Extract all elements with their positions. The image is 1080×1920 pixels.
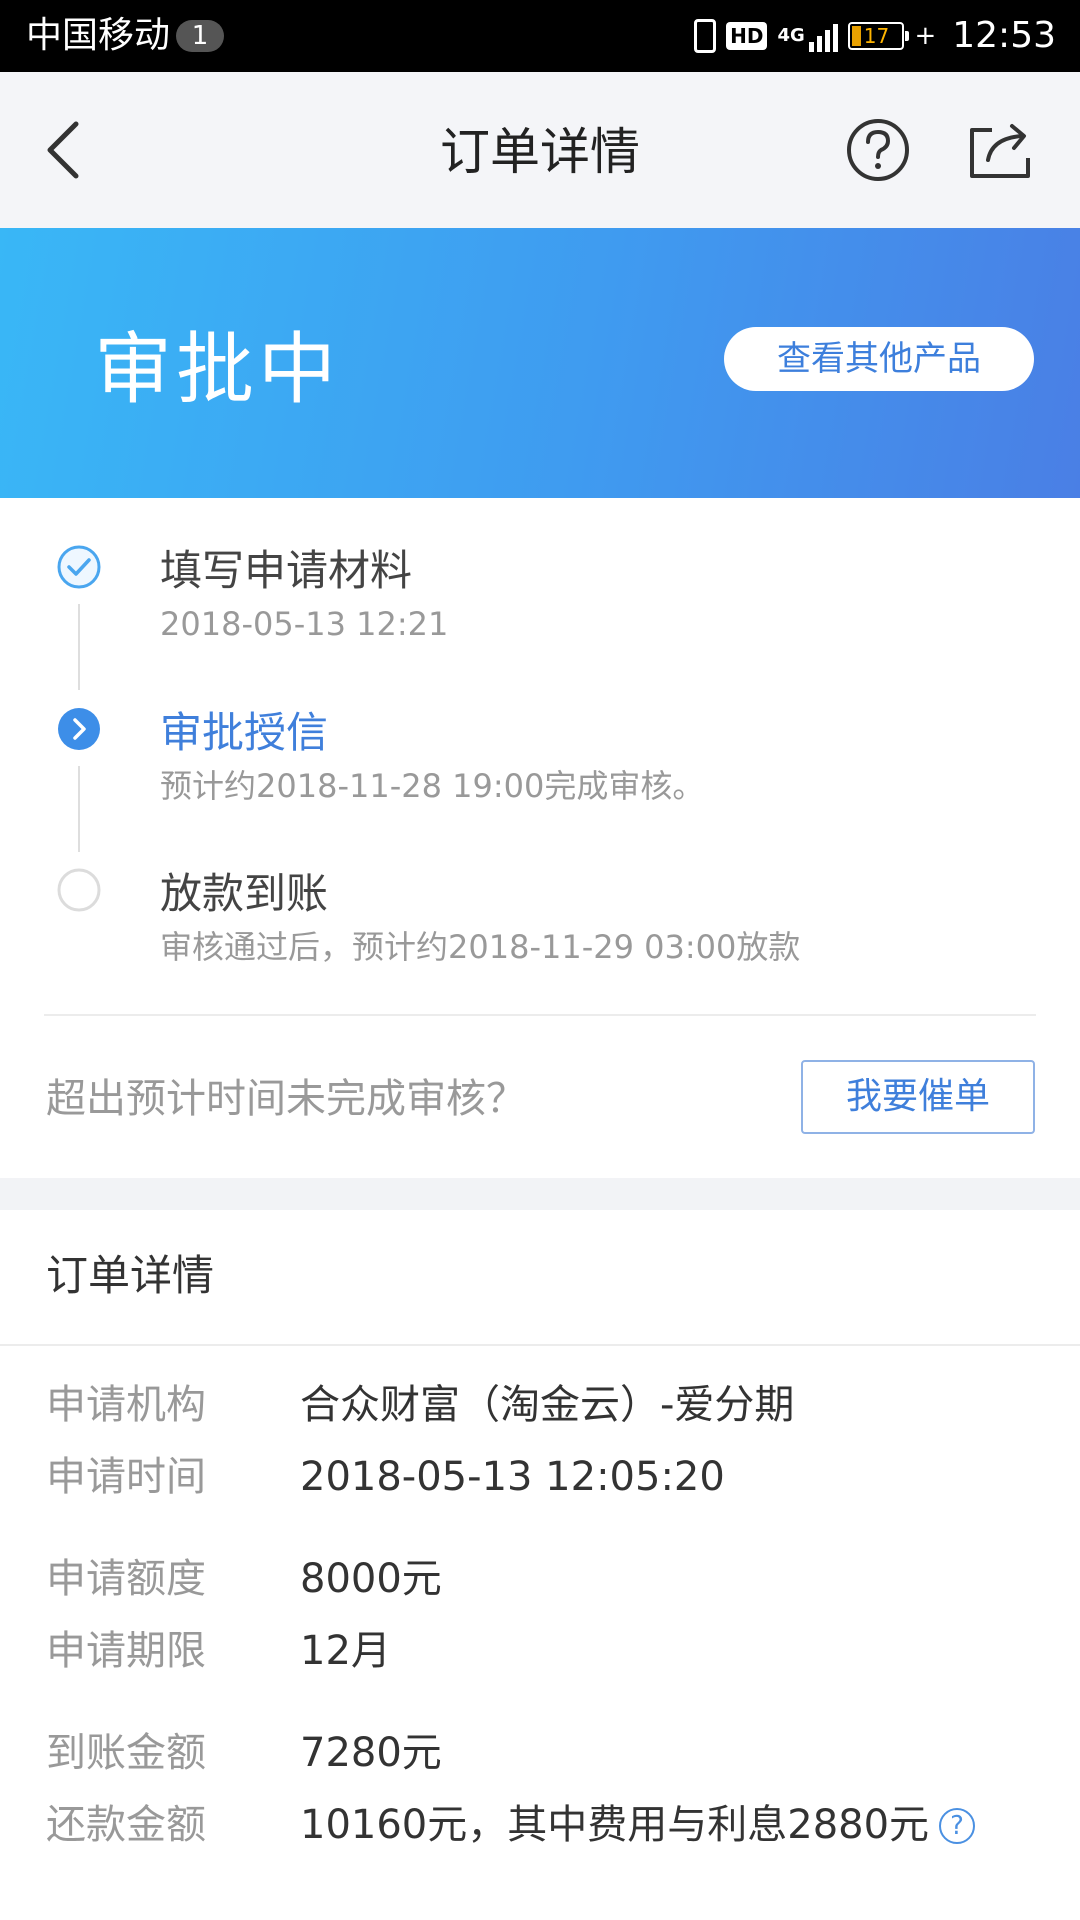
detail-value: 2018-05-13 12:05:20: [300, 1454, 725, 1500]
timeline-step-title: 审批授信: [160, 708, 329, 757]
timeline-step-subtitle: 预计约2018-11-28 19:00完成审核。: [160, 767, 705, 805]
battery-level: 17: [863, 24, 890, 48]
section-gap: [0, 1178, 1080, 1210]
timeline-step-subtitle: 2018-05-13 12:21: [160, 605, 449, 643]
vibrate-icon: [694, 19, 717, 53]
detail-label: 还款金额: [46, 1802, 206, 1848]
detail-label: 申请期限: [46, 1628, 206, 1674]
timeline-step-subtitle: 审核通过后，预计约2018-11-29 03:00放款: [160, 928, 801, 966]
network-type: 4G: [777, 25, 805, 46]
charging-icon: +: [914, 21, 937, 51]
hd-badge: HD: [726, 22, 768, 50]
help-button[interactable]: [846, 118, 910, 182]
timeline-connector: [78, 604, 80, 690]
detail-value: 10160元，其中费用与利息2880元: [300, 1802, 930, 1848]
timeline-connector: [78, 766, 80, 852]
urge-order-button[interactable]: 我要催单: [801, 1060, 1035, 1134]
divider: [44, 1014, 1036, 1016]
chevron-right-circle-icon: [58, 708, 100, 750]
repayment-row: 10160元，其中费用与利息2880元?: [300, 1800, 976, 1850]
top-navigation-bar: 订单详情: [0, 72, 1080, 228]
carrier-name: 中国移动: [26, 15, 171, 56]
approval-status: 审批中: [94, 325, 341, 415]
overdue-question: 超出预计时间未完成审核？: [46, 1076, 526, 1122]
share-icon: [970, 124, 1030, 178]
detail-value: 7280元: [300, 1730, 442, 1776]
clock: 12:53: [952, 15, 1056, 56]
signal-icon: [809, 20, 839, 52]
detail-value: 合众财富（淘金云）-爱分期: [300, 1382, 795, 1428]
question-circle-icon[interactable]: ?: [939, 1808, 976, 1844]
notification-count-badge: 1: [176, 20, 224, 52]
battery-icon: 17: [848, 22, 910, 50]
status-banner: 审批中 查看其他产品: [0, 228, 1080, 498]
page-title: 订单详情: [440, 123, 640, 181]
status-bar: 中国移动 1 HD 4G 17 + 12:53: [0, 0, 1080, 72]
question-circle-icon: [847, 119, 909, 181]
order-details-title: 订单详情: [46, 1251, 215, 1300]
timeline-step-title: 填写申请材料: [160, 546, 413, 595]
detail-value: 8000元: [300, 1556, 442, 1602]
detail-label: 申请时间: [46, 1454, 206, 1500]
detail-label: 到账金额: [46, 1730, 206, 1776]
timeline-step-title: 放款到账: [160, 869, 329, 918]
detail-label: 申请机构: [46, 1382, 206, 1428]
check-circle-icon: [57, 545, 101, 589]
divider: [0, 1344, 1080, 1346]
share-button[interactable]: [966, 116, 1034, 184]
view-other-products-button[interactable]: 查看其他产品: [724, 327, 1034, 391]
detail-value: 12月: [300, 1628, 391, 1674]
empty-circle-icon: [57, 868, 101, 912]
detail-label: 申请额度: [46, 1556, 206, 1602]
